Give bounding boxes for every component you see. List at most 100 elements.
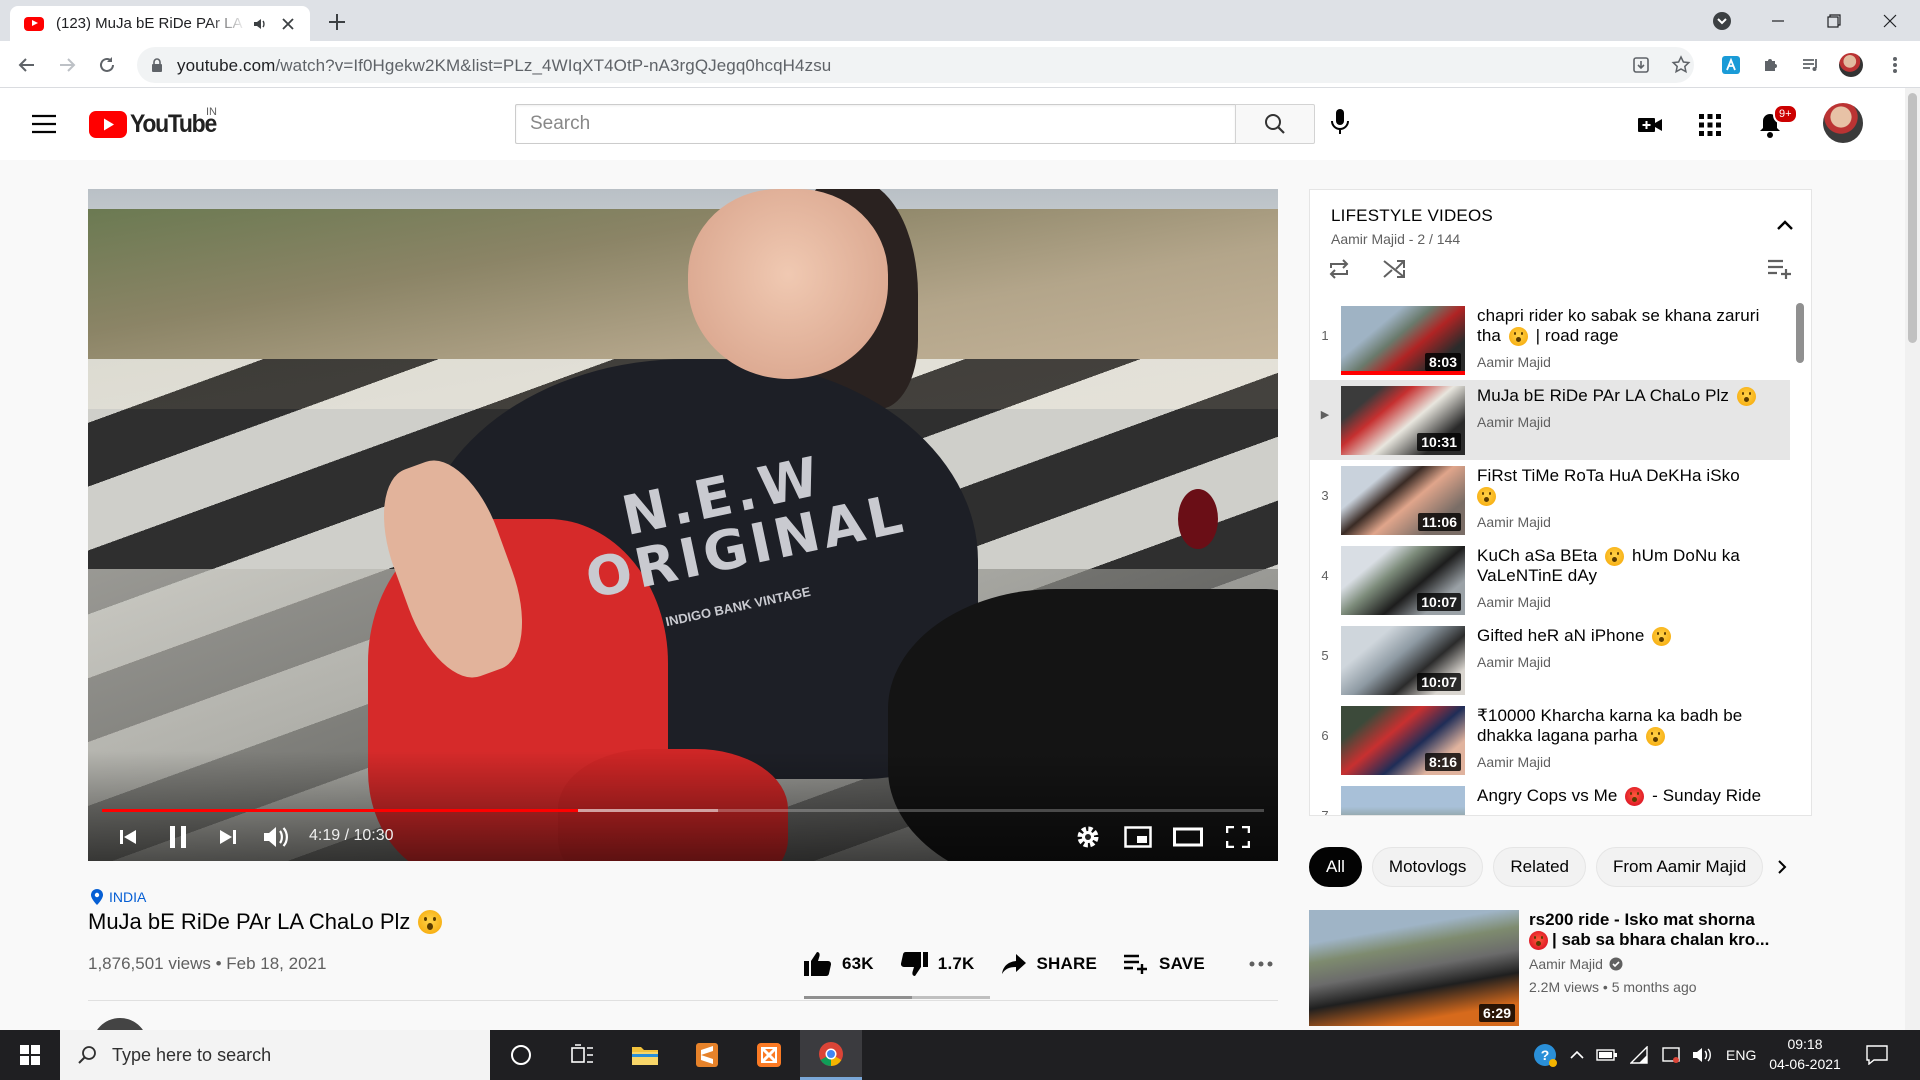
chip-all[interactable]: All	[1309, 847, 1362, 887]
bookmark-button[interactable]	[1668, 52, 1694, 78]
profile-button[interactable]	[1838, 52, 1864, 78]
surprised-face-emoji-icon	[1736, 387, 1756, 407]
playlist-item[interactable]: 7 Angry Cops vs Me - Sunday Ride	[1310, 780, 1790, 815]
playlist-item-duration: 8:03	[1424, 353, 1461, 371]
battery-icon[interactable]	[1596, 1048, 1618, 1062]
voice-search-button[interactable]	[1330, 108, 1350, 136]
extensions-button[interactable]	[1758, 52, 1784, 78]
related-video-title[interactable]: rs200 ride - Isko mat shorna | sab sa bha…	[1529, 910, 1799, 951]
page-scrollbar-thumb[interactable]	[1908, 93, 1917, 343]
xampp-app[interactable]	[738, 1030, 800, 1080]
chip-from-channel[interactable]: From Aamir Majid	[1596, 847, 1764, 887]
audio-playing-icon[interactable]	[252, 16, 268, 32]
playlist-item[interactable]: 6 8:16 ₹10000 Kharcha karna ka badh be d…	[1310, 700, 1790, 780]
pause-button[interactable]	[160, 821, 196, 853]
guide-menu-button[interactable]	[32, 114, 56, 134]
playlist-item-channel: Aamir Majid	[1477, 354, 1551, 370]
video-player[interactable]: N.E.W ORIGINAL INDIGO BANK VINTAGE	[88, 189, 1278, 861]
task-view-button[interactable]	[552, 1030, 614, 1080]
playlist-item-thumbnail: 10:07	[1341, 626, 1465, 695]
profile-avatar	[1839, 53, 1863, 77]
seek-bar[interactable]	[102, 809, 1264, 812]
account-avatar[interactable]	[1823, 103, 1863, 143]
collapse-playlist-button[interactable]	[1770, 210, 1800, 240]
forward-button[interactable]	[54, 52, 80, 78]
restore-button[interactable]	[1806, 0, 1862, 41]
playlist-item-title: Gifted heR aN iPhone	[1477, 626, 1777, 647]
playlist-item[interactable]: 3 11:06 FiRst TiMe RoTa HuA DeKHa iSko A…	[1310, 460, 1790, 540]
close-icon	[1883, 14, 1897, 27]
taskbar-clock[interactable]: 09:18 04-06-2021	[1765, 1034, 1845, 1074]
sublime-text-app[interactable]	[676, 1030, 738, 1080]
minimize-button[interactable]	[1750, 0, 1806, 41]
next-button[interactable]	[210, 821, 246, 853]
youtube-logo[interactable]: YouTube IN	[89, 106, 223, 139]
playlist-item-title-text: MuJa bE RiDe PAr LA ChaLo Plz	[1477, 386, 1730, 405]
taskbar-search-box[interactable]: Type here to search	[60, 1030, 490, 1080]
media-control-button[interactable]	[1798, 52, 1824, 78]
search-button[interactable]	[1235, 104, 1315, 144]
like-button[interactable]: 63K	[804, 951, 874, 977]
create-video-button[interactable]	[1635, 110, 1665, 140]
tab-search-button[interactable]	[1694, 0, 1750, 41]
chips-next-button[interactable]	[1770, 855, 1794, 879]
share-button[interactable]: SHARE	[1001, 953, 1098, 975]
url-path: /watch?v=If0Hgekw2KM&list=PLz_4WIqXT4OtP…	[275, 56, 832, 75]
close-window-button[interactable]	[1862, 0, 1918, 41]
playlist-item[interactable]: 4 10:07 KuCh aSa BEta hUm DoNu ka VaLeNT…	[1310, 540, 1790, 620]
playlist-item[interactable]: 5 10:07 Gifted heR aN iPhone Aamir Majid	[1310, 620, 1790, 700]
playlist-item-current[interactable]: ▶ 10:31 MuJa bE RiDe PAr LA ChaLo Plz Aa…	[1310, 380, 1790, 460]
chrome-app[interactable]	[800, 1030, 862, 1080]
shuffle-playlist-button[interactable]	[1379, 254, 1409, 284]
install-app-button[interactable]	[1628, 52, 1654, 78]
chip-motovlogs[interactable]: Motovlogs	[1371, 847, 1484, 887]
back-button[interactable]	[14, 52, 40, 78]
mute-button[interactable]	[258, 821, 294, 853]
more-actions-button[interactable]	[1249, 961, 1273, 967]
settings-button[interactable]	[1070, 821, 1106, 853]
reload-button[interactable]	[94, 52, 120, 78]
notification-count-badge: 9+	[1773, 104, 1798, 124]
browser-menu-button[interactable]	[1882, 52, 1908, 78]
playlist-item[interactable]: 1 8:03 chapri rider ko sabak se khana za…	[1310, 300, 1790, 380]
action-center-button[interactable]	[1866, 1045, 1888, 1065]
network-icon[interactable]	[1630, 1046, 1650, 1064]
search-input[interactable]	[515, 104, 1235, 144]
playlist-music-icon	[1803, 59, 1817, 71]
related-video-channel[interactable]: Aamir Majid	[1529, 956, 1623, 972]
logo-text: YouTube	[130, 110, 217, 138]
browser-tab-active[interactable]: (123) MuJa bE RiDe PAr LA ChaLo Plz	[10, 6, 310, 41]
cortana-button[interactable]	[490, 1030, 552, 1080]
save-playlist-button[interactable]	[1765, 254, 1795, 284]
extension-translate-button[interactable]	[1718, 52, 1744, 78]
angry-face-emoji-icon	[1529, 931, 1548, 951]
file-explorer-app[interactable]	[614, 1030, 676, 1080]
address-bar[interactable]: youtube.com/watch?v=If0Hgekw2KM&list=PLz…	[137, 47, 1694, 83]
page-scrollbar[interactable]	[1905, 88, 1920, 1030]
fullscreen-button[interactable]	[1220, 821, 1256, 853]
playlist-scrollbar-thumb[interactable]	[1796, 303, 1804, 363]
previous-button[interactable]	[110, 821, 146, 853]
dislike-button[interactable]: 1.7K	[900, 951, 975, 977]
thumb-down-icon	[900, 951, 928, 976]
theater-mode-button[interactable]	[1170, 821, 1206, 853]
playlist-title[interactable]: LIFESTYLE VIDEOS	[1331, 206, 1493, 226]
tab-title: (123) MuJa bE RiDe PAr LA ChaLo Plz	[56, 15, 246, 32]
lock-icon[interactable]	[151, 58, 163, 73]
related-video-thumbnail[interactable]: 6:29	[1309, 910, 1519, 1026]
miniplayer-button[interactable]	[1120, 821, 1156, 853]
location-tag[interactable]: INDIA	[91, 889, 146, 905]
start-button[interactable]	[0, 1030, 60, 1080]
loop-playlist-button[interactable]	[1324, 254, 1354, 284]
close-tab-icon[interactable]	[280, 16, 296, 32]
input-language[interactable]: ENG	[1726, 1047, 1756, 1063]
chip-related[interactable]: Related	[1493, 847, 1586, 887]
url-text[interactable]: youtube.com/watch?v=If0Hgekw2KM&list=PLz…	[177, 56, 831, 76]
chrome-notification-icon[interactable]	[1662, 1046, 1680, 1064]
help-question-icon[interactable]: ?	[1532, 1042, 1558, 1068]
show-hidden-icons-chevron-icon[interactable]	[1570, 1050, 1584, 1060]
speaker-icon[interactable]	[1692, 1046, 1714, 1064]
new-tab-icon[interactable]	[325, 10, 349, 34]
save-button[interactable]: SAVE	[1123, 953, 1205, 975]
apps-button[interactable]	[1695, 110, 1725, 140]
